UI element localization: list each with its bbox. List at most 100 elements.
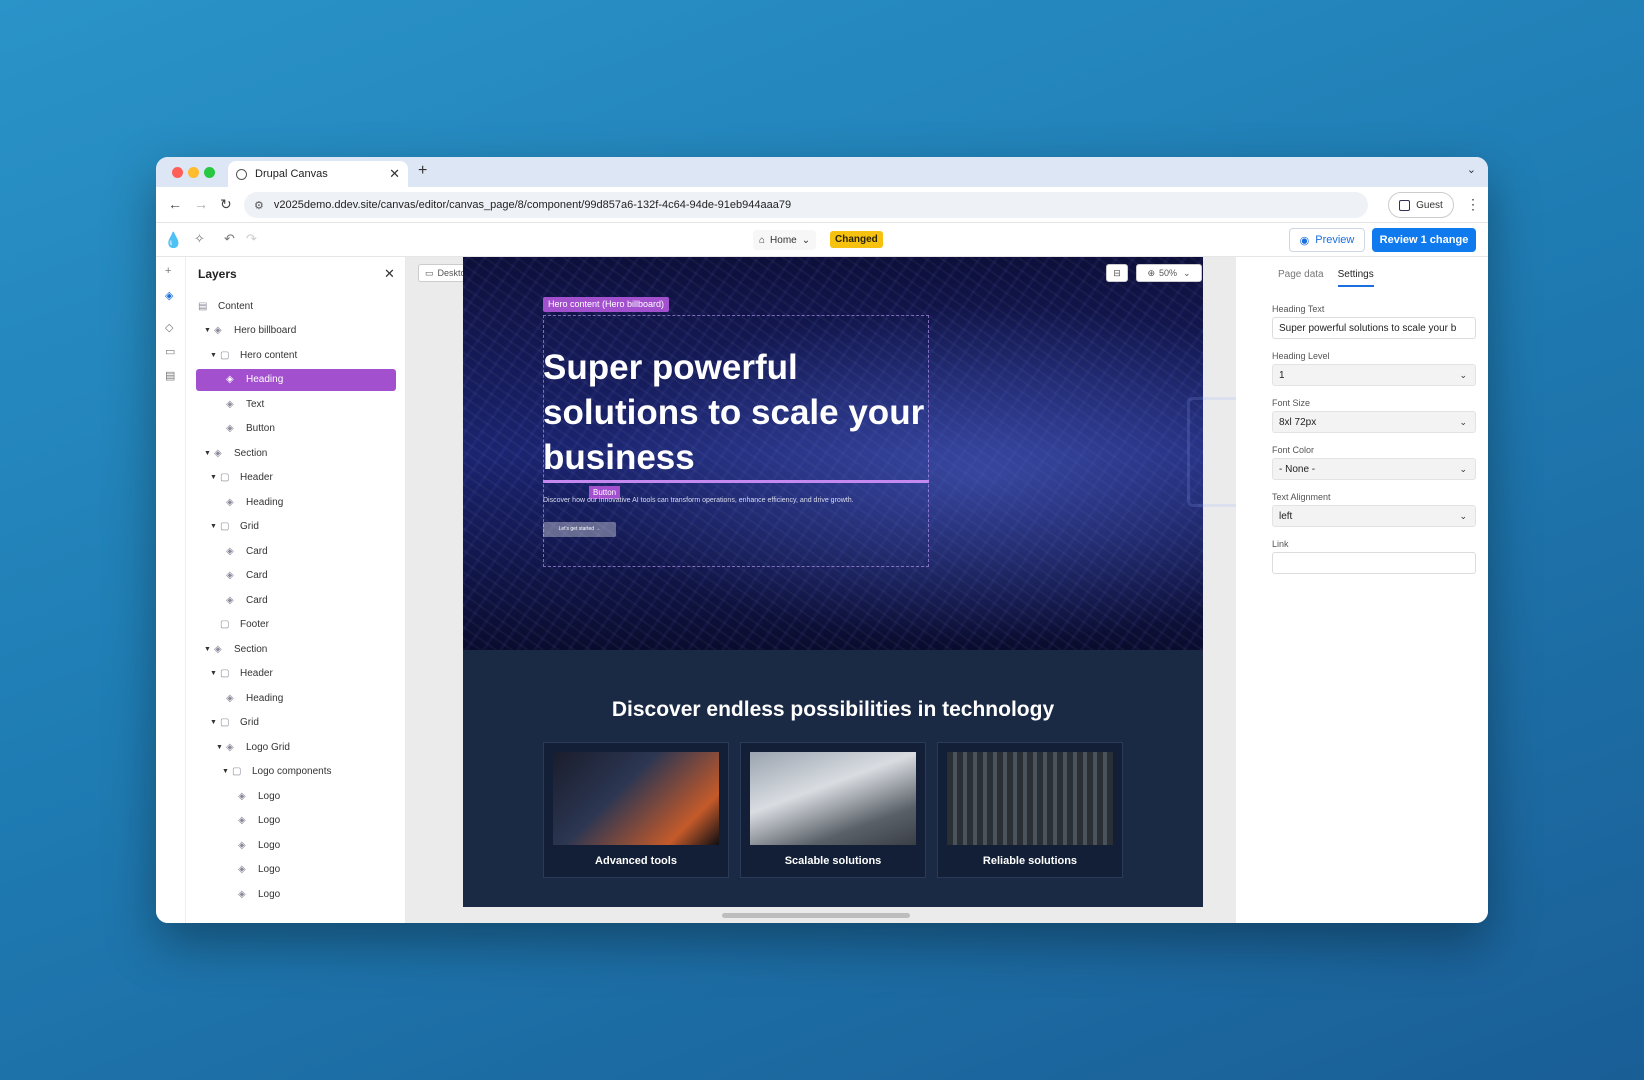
layer-item[interactable]: ▼ ▢ Grid	[196, 516, 396, 538]
layer-item[interactable]: ◈ Button	[196, 418, 396, 440]
caret-down-icon[interactable]: ▼	[210, 352, 220, 359]
layer-item[interactable]: ▤ Content	[196, 295, 396, 317]
drupal-logo-icon[interactable]: 💧	[164, 231, 183, 249]
layer-item[interactable]: ▼ ◈ Logo Grid	[196, 736, 396, 758]
chevron-down-icon[interactable]: ⌄	[1467, 163, 1476, 176]
layers-icon[interactable]: ◈	[165, 289, 173, 302]
url-field[interactable]: ⚙ v2025demo.ddev.site/canvas/editor/canv…	[244, 192, 1368, 218]
circuit-chip-graphic	[1187, 397, 1236, 507]
reload-icon[interactable]: ↻	[220, 196, 232, 213]
layer-item[interactable]: ◈ Text	[196, 393, 396, 415]
chevron-down-icon: ⌄	[1459, 511, 1467, 521]
page-selector[interactable]: ⌂ Home ⌄	[753, 230, 817, 250]
technology-section[interactable]: Discover endless possibilities in techno…	[463, 650, 1203, 907]
caret-down-icon[interactable]: ▼	[204, 450, 214, 457]
hero-button[interactable]: Let's get started →	[543, 522, 616, 537]
layer-item[interactable]: ▼ ▢ Header	[196, 467, 396, 489]
new-tab-button[interactable]: +	[418, 162, 427, 180]
caret-down-icon[interactable]: ▼	[222, 768, 232, 775]
tab-settings[interactable]: Settings	[1337, 269, 1374, 287]
add-icon[interactable]: +	[165, 265, 171, 277]
hero-billboard[interactable]: Hero content (Hero billboard) Super powe…	[463, 257, 1236, 650]
forward-arrow-icon[interactable]: →	[194, 196, 208, 212]
close-icon[interactable]: ✕	[384, 266, 395, 282]
layer-item[interactable]: ◈ Logo	[196, 859, 396, 881]
components-icon[interactable]: ◇	[165, 321, 173, 334]
chevron-down-icon: ⌄	[1183, 267, 1191, 278]
caret-down-icon[interactable]: ▼	[204, 327, 214, 334]
more-menu-icon[interactable]: ⋮	[1466, 196, 1480, 213]
tab-close-icon[interactable]: ✕	[389, 166, 400, 182]
layers-panel: Layers ✕ ▤ Content ▼ ◈ Hero billboard ▼ ▢ Hero …	[186, 257, 406, 923]
layer-item[interactable]: ◈ Heading	[196, 368, 396, 391]
review-changes-button[interactable]: Review 1 change	[1372, 228, 1476, 252]
layer-item[interactable]: ◈ Card	[196, 589, 396, 611]
layer-item[interactable]: ◈ Heading	[196, 491, 396, 513]
font-color-select[interactable]: - None - ⌄	[1272, 458, 1476, 480]
link-input[interactable]	[1272, 552, 1476, 574]
redo-icon[interactable]: ↷	[246, 231, 257, 247]
component-icon: ◈	[226, 741, 234, 753]
undo-icon[interactable]: ↶	[224, 231, 235, 247]
canvas-area[interactable]: ▭ Desktop ⌄ Hero content (Hero billboard…	[406, 257, 1236, 923]
layer-label: Logo	[258, 815, 281, 826]
fit-to-screen-icon[interactable]: ⊟	[1106, 264, 1128, 282]
layer-item[interactable]: ▼ ◈ Hero billboard	[196, 320, 396, 342]
caret-down-icon[interactable]: ▼	[210, 719, 220, 726]
text-alignment-select[interactable]: left ⌄	[1272, 505, 1476, 527]
caret-down-icon[interactable]: ▼	[204, 646, 214, 653]
caret-down-icon[interactable]: ▼	[216, 744, 226, 751]
component-icon: ◈	[238, 815, 246, 826]
caret-down-icon[interactable]: ▼	[210, 474, 220, 481]
tab-page-data[interactable]: Page data	[1278, 269, 1324, 287]
component-icon: ◈	[238, 790, 246, 802]
layer-item[interactable]: ◈ Card	[196, 565, 396, 587]
hero-heading[interactable]: Super powerful solutions to scale your b…	[543, 345, 929, 483]
slot-icon: ▢	[220, 349, 230, 361]
layer-item[interactable]: ▼ ◈ Section	[196, 638, 396, 660]
card[interactable]: Scalable solutions	[740, 742, 926, 878]
layer-item[interactable]: ▼ ▢ Logo components	[196, 761, 396, 783]
window-minimize-button[interactable]	[188, 167, 199, 178]
heading-text-input[interactable]: Super powerful solutions to scale your b	[1272, 317, 1476, 339]
window-close-button[interactable]	[172, 167, 183, 178]
window-zoom-button[interactable]	[204, 167, 215, 178]
library-icon[interactable]: ▤	[165, 369, 175, 382]
card[interactable]: Reliable solutions	[937, 742, 1123, 878]
preview-button[interactable]: ◉ Preview	[1289, 228, 1365, 252]
layer-label: Footer	[240, 619, 269, 630]
back-arrow-icon[interactable]: ←	[168, 196, 182, 212]
layer-item[interactable]: ◈ Logo	[196, 883, 396, 905]
component-icon: ◈	[238, 839, 246, 851]
chevron-down-icon: ⌄	[801, 234, 811, 246]
text-alignment-value: left	[1279, 510, 1293, 522]
layer-item[interactable]: ▼ ◈ Section	[196, 442, 396, 464]
hero-text[interactable]: Discover how our innovative AI tools can…	[543, 497, 854, 504]
pages-icon[interactable]: ▭	[165, 345, 175, 358]
caret-down-icon[interactable]: ▼	[210, 670, 220, 677]
layer-item[interactable]: ◈ Heading	[196, 687, 396, 709]
section-heading[interactable]: Discover endless possibilities in techno…	[463, 698, 1203, 722]
card[interactable]: Advanced tools	[543, 742, 729, 878]
profile-button[interactable]: Guest	[1388, 192, 1454, 218]
site-settings-icon[interactable]: ⚙	[254, 199, 264, 212]
layer-item[interactable]: ◈ Logo	[196, 810, 396, 832]
layer-item[interactable]: ▼ ▢ Grid	[196, 712, 396, 734]
browser-tab[interactable]: Drupal Canvas ✕	[228, 161, 408, 187]
zoom-control[interactable]: ⊕ 50% ⌄	[1136, 264, 1202, 282]
magic-wand-icon[interactable]: ✧	[194, 231, 205, 247]
browser-window: Drupal Canvas ✕ + ⌄ ← → ↻ ⚙ v2025demo.dd…	[156, 157, 1488, 923]
layer-item[interactable]: ▼ ▢ Header	[196, 663, 396, 685]
zoom-icon: ⊕	[1147, 267, 1155, 278]
horizontal-scrollbar[interactable]	[722, 913, 910, 918]
heading-level-select[interactable]: 1 ⌄	[1272, 364, 1476, 386]
layer-item[interactable]: ◈ Logo	[196, 834, 396, 856]
caret-down-icon[interactable]: ▼	[210, 523, 220, 530]
layer-item[interactable]: ◈ Card	[196, 540, 396, 562]
layer-item[interactable]: ▼ ▢ Hero content	[196, 344, 396, 366]
font-size-select[interactable]: 8xl 72px ⌄	[1272, 411, 1476, 433]
component-icon: ◈	[214, 447, 222, 459]
layer-item[interactable]: ◈ Logo	[196, 785, 396, 807]
layer-item[interactable]: ▢ Footer	[196, 614, 396, 636]
component-icon: ◈	[226, 398, 234, 410]
